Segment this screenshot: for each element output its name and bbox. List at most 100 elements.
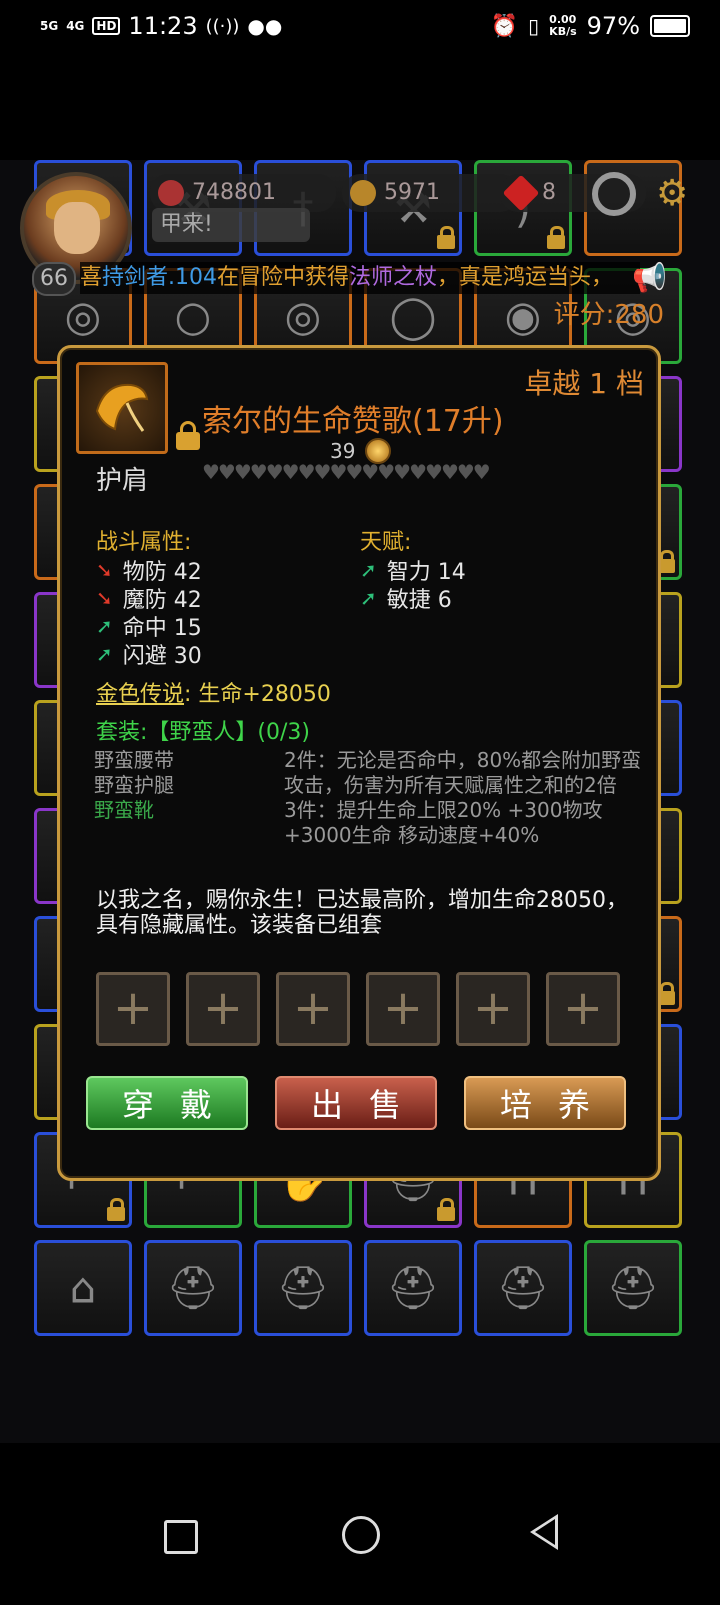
legendary-value: : 生命+28050 bbox=[184, 682, 331, 707]
alarm-icon: ⏰ bbox=[490, 13, 519, 39]
announcement-banner: 喜持剑者.104在冒险中获得法师之杖，真是鸿运当头， bbox=[80, 262, 640, 294]
announce-middle: 在冒险中获得 bbox=[217, 265, 350, 290]
status-bar: 5G 4G HD 11:23 ((·)) ●● ⏰ ▯ 0.00 KB/s 97… bbox=[0, 0, 720, 56]
set-item: 野蛮腰带 bbox=[94, 748, 174, 772]
set-item: 野蛮靴 bbox=[94, 798, 154, 822]
helmet-icon: ⛑ bbox=[276, 1263, 330, 1312]
set-bonus-title: 套装:【野蛮人】(0/3) bbox=[96, 720, 310, 745]
inventory-slot[interactable]: ⛑ bbox=[584, 1240, 682, 1336]
hood-icon: ⌂ bbox=[69, 1263, 97, 1313]
up-arrow-icon: ➚ bbox=[96, 614, 113, 638]
combat-attributes-label: 战斗属性: bbox=[96, 530, 192, 555]
helmet-icon: ⛑ bbox=[386, 1263, 440, 1312]
gem-count: 748801 bbox=[192, 180, 276, 205]
down-arrow-icon: ➘ bbox=[96, 558, 113, 582]
avatar-face bbox=[54, 202, 100, 254]
legendary-label[interactable]: 金色传说 bbox=[96, 682, 184, 707]
hearts-rating: ♥♥♥♥♥♥♥♥♥♥♥♥♥♥♥♥♥♥ bbox=[202, 460, 491, 484]
helmet-icon: ⛑ bbox=[496, 1263, 550, 1312]
set-item-list: 野蛮腰带 野蛮护腿 野蛮靴 bbox=[94, 748, 174, 823]
up-arrow-icon: ➚ bbox=[360, 558, 377, 582]
announce-prefix: 喜 bbox=[80, 265, 103, 290]
up-arrow-icon: ➚ bbox=[360, 586, 377, 610]
helmet-icon: ⛑ bbox=[166, 1263, 220, 1312]
item-flavor-text: 以我之名，赐你永生！已达最高阶，增加生命28050，具有隐藏属性。该装备已组套 bbox=[96, 888, 628, 938]
gem-socket[interactable]: + bbox=[96, 972, 170, 1046]
inventory-slot[interactable]: ⌂ bbox=[34, 1240, 132, 1336]
gold-coin-icon bbox=[350, 180, 376, 206]
home-icon[interactable] bbox=[342, 1516, 380, 1554]
set-bonus-3pc: 3件：提升生命上限20% +300物攻 +3000生命 移动速度+40% bbox=[284, 798, 603, 847]
lock-icon[interactable] bbox=[176, 421, 200, 450]
wechat-icon: ●● bbox=[247, 14, 283, 38]
gem-socket[interactable]: + bbox=[546, 972, 620, 1046]
sell-button[interactable]: 出售 bbox=[275, 1076, 437, 1130]
red-crystal-icon bbox=[502, 174, 540, 212]
item-slot-type: 护肩 bbox=[96, 466, 149, 496]
inventory-slot[interactable]: ⛑ bbox=[474, 1240, 572, 1336]
hd-badge-icon: HD bbox=[92, 17, 121, 35]
gold-counter: 5971 bbox=[342, 174, 518, 212]
set-bonus-description: 2件：无论是否命中，80%都会附加野蛮攻击，伤害为所有天赋属性之和的2倍 3件：… bbox=[284, 748, 644, 848]
inventory-slot[interactable]: ⛑ bbox=[144, 1240, 242, 1336]
signal-4g-icon: 4G bbox=[66, 19, 85, 33]
gem-socket[interactable]: + bbox=[366, 972, 440, 1046]
status-left: 5G 4G HD 11:23 ((·)) ●● bbox=[40, 12, 282, 40]
gem-socket-row: + + + + + + bbox=[96, 972, 620, 1046]
ring-icon: ◎ bbox=[284, 291, 322, 341]
signal-5g-icon: 5G bbox=[40, 19, 59, 33]
up-arrow-icon: ➚ bbox=[96, 642, 113, 666]
combat-stat: ➚ 闪避 30 bbox=[96, 642, 202, 669]
announce-player: 持剑者.104 bbox=[102, 265, 218, 290]
player-level-badge: 66 bbox=[32, 262, 76, 296]
crystal-count: 8 bbox=[542, 180, 556, 205]
gold-count: 5971 bbox=[384, 180, 440, 205]
net-speed: 0.00 KB/s bbox=[549, 13, 577, 38]
gear-icon[interactable]: ⚙ bbox=[656, 174, 688, 214]
inventory-slot[interactable]: ⛑ bbox=[254, 1240, 352, 1336]
train-button[interactable]: 培养 bbox=[464, 1076, 626, 1130]
pauldron-icon bbox=[95, 383, 149, 432]
gem-socket[interactable]: + bbox=[456, 972, 530, 1046]
gem-counter: 748801 bbox=[150, 174, 336, 212]
battery-level: 97% bbox=[586, 12, 640, 40]
back-icon[interactable] bbox=[530, 1514, 558, 1550]
battery-icon bbox=[650, 15, 690, 37]
item-detail-dialog: 卓越 1 档 索尔的生命赞歌(17升) 39 护肩 ♥♥♥♥♥♥♥♥♥♥♥♥♥♥… bbox=[57, 345, 661, 1181]
ring-icon: ◎ bbox=[64, 291, 102, 341]
ring-icon bbox=[592, 172, 636, 216]
horn-icon[interactable]: 📢 bbox=[632, 262, 667, 294]
talent-label: 天赋: bbox=[360, 530, 412, 555]
equip-button[interactable]: 穿戴 bbox=[86, 1076, 248, 1130]
ring-icon: ◯ bbox=[389, 291, 437, 341]
lock-icon bbox=[547, 226, 565, 249]
down-arrow-icon: ➘ bbox=[96, 586, 113, 610]
vibrate-icon: ▯ bbox=[528, 14, 540, 38]
announce-item: 法师之杖 bbox=[349, 265, 438, 290]
ring-icon: ○ bbox=[174, 291, 212, 341]
ring-icon: ◉ bbox=[504, 291, 542, 341]
lock-icon bbox=[437, 226, 455, 249]
gem-socket[interactable]: + bbox=[186, 972, 260, 1046]
legendary-bonus: 金色传说: 生命+28050 bbox=[96, 676, 331, 708]
helmet-icon: ⛑ bbox=[606, 1263, 660, 1312]
score-label: 评分:280 bbox=[553, 300, 664, 330]
item-tier: 卓越 1 档 bbox=[524, 367, 644, 400]
system-navigation-bar bbox=[0, 1490, 720, 1605]
lock-icon bbox=[437, 1198, 455, 1221]
recent-apps-icon[interactable] bbox=[164, 1520, 198, 1554]
item-image bbox=[76, 362, 168, 454]
talent-stat: ➚ 敏捷 6 bbox=[360, 586, 452, 613]
item-name: 索尔的生命赞歌(17升) bbox=[202, 404, 504, 439]
gem-icon bbox=[158, 180, 184, 206]
announce-suffix: ，真是鸿运当头， bbox=[437, 265, 614, 290]
status-right: ⏰ ▯ 0.00 KB/s 97% bbox=[491, 12, 690, 40]
clock: 11:23 bbox=[128, 12, 198, 40]
hotspot-icon: ((·)) bbox=[205, 15, 240, 37]
gem-socket[interactable]: + bbox=[276, 972, 350, 1046]
lock-icon bbox=[107, 1198, 125, 1221]
set-bonus-2pc: 2件：无论是否命中，80%都会附加野蛮攻击，伤害为所有天赋属性之和的2倍 bbox=[284, 748, 642, 797]
chat-bubble: 甲来! bbox=[152, 208, 310, 242]
set-item: 野蛮护腿 bbox=[94, 773, 174, 797]
inventory-slot[interactable]: ⛑ bbox=[364, 1240, 462, 1336]
